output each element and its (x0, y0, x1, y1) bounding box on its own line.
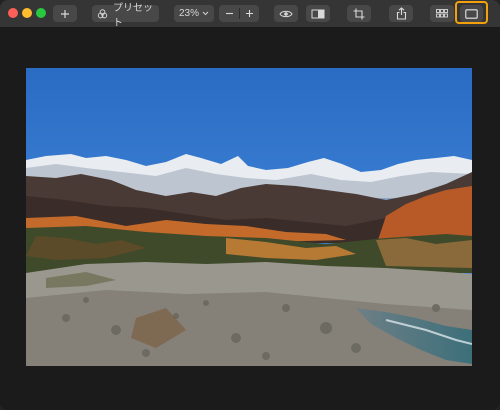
split-compare-icon (311, 9, 325, 18)
app-window: プリセット 23% (0, 0, 500, 410)
zoom-value: 23% (178, 8, 199, 19)
plus-icon (61, 9, 69, 18)
preset-icon (97, 8, 108, 18)
toolbar: プリセット 23% (0, 0, 500, 29)
preset-button[interactable]: プリセット (92, 3, 159, 29)
grid-icon (436, 9, 448, 18)
zoom-out-button[interactable] (219, 5, 239, 22)
preset-label: プリセット (113, 2, 154, 29)
chevron-down-icon (202, 11, 209, 16)
zoom-select[interactable]: 23% (174, 5, 214, 22)
minus-icon (225, 12, 233, 15)
close-window-button[interactable] (8, 8, 18, 18)
zoom-window-button[interactable] (36, 8, 46, 18)
zoom-in-button[interactable] (240, 5, 259, 22)
add-button[interactable] (53, 5, 77, 22)
landscape-image (26, 68, 472, 366)
landscape-photo (26, 68, 472, 366)
preview-toggle-button[interactable] (274, 5, 298, 22)
crop-icon (353, 8, 365, 19)
eye-icon (279, 10, 293, 17)
share-icon (396, 7, 406, 20)
plus-icon (246, 10, 253, 17)
crop-button[interactable] (347, 5, 371, 22)
grid-view-button[interactable] (430, 5, 454, 22)
compare-button[interactable] (306, 5, 330, 22)
zoom-stepper[interactable] (219, 5, 259, 22)
share-button[interactable] (389, 5, 413, 22)
selection-highlight (455, 1, 488, 24)
minimize-window-button[interactable] (22, 8, 32, 18)
